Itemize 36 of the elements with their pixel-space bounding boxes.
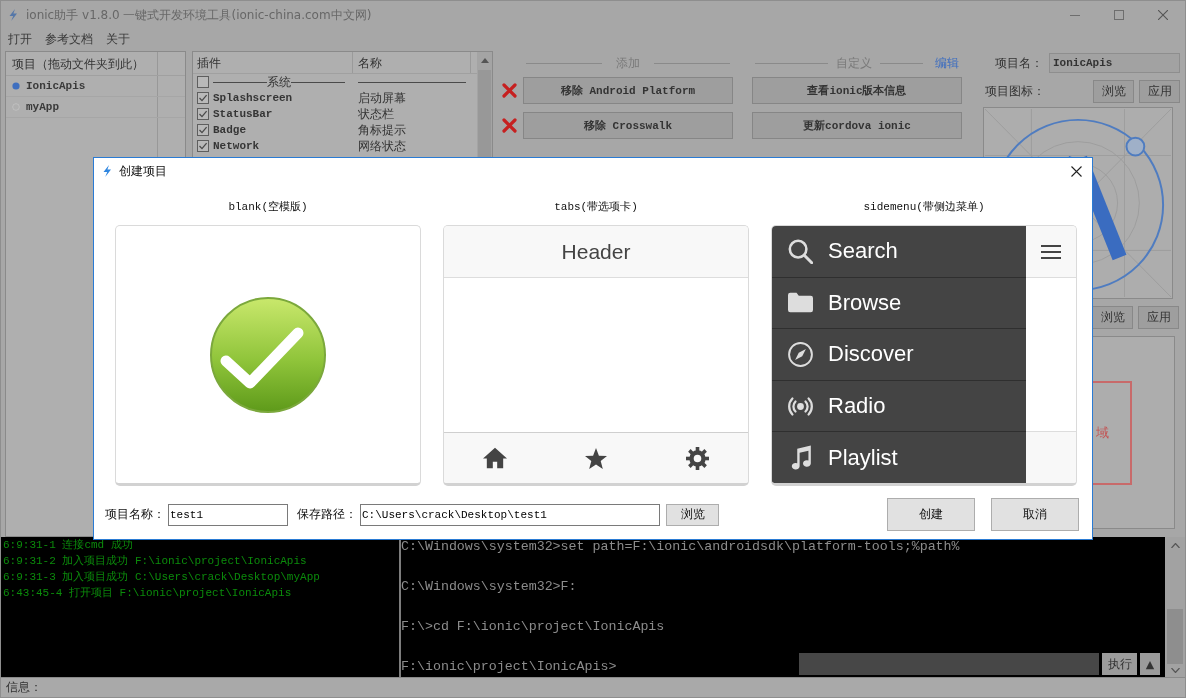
side-menu-label: Discover xyxy=(828,341,914,368)
log-line: 6:9:31-1 连接cmd 成功 xyxy=(3,538,133,553)
preview-header: Header xyxy=(444,226,748,278)
template-label: tabs(带选项卡) xyxy=(554,200,638,214)
template-label: sidemenu(带侧边菜单) xyxy=(863,200,985,214)
side-menu-label: Search xyxy=(828,238,898,265)
table-cell: 状态栏 xyxy=(358,105,394,123)
console-line: C:\Windows\system32>F: xyxy=(401,578,577,596)
template-label: blank(空模版) xyxy=(228,200,308,214)
status-label: 信息： xyxy=(6,679,42,696)
column-header: 项目（拖动文件夹到此） xyxy=(6,52,185,76)
dialog-title: 创建项目 xyxy=(119,162,168,180)
side-menu-label: Browse xyxy=(828,289,902,316)
log-line: 6:43:45-4 打开项目 F:\ionic\project\IonicApis xyxy=(3,586,292,601)
table-cell: 网络状态 xyxy=(358,137,406,155)
log-line: 6:9:31-3 加入项目成功 C:\Users\crack\Desktop\myApp xyxy=(3,570,320,585)
console-line: C:\Windows\system32>set path=F:\ionic\androidsdk\platform-tools;%path% xyxy=(401,538,960,556)
table-cell: 启动屏幕 xyxy=(358,89,406,107)
column-header: 名称 xyxy=(353,52,471,73)
table-cell: Network xyxy=(213,140,260,152)
table-cell: Badge xyxy=(213,124,246,136)
side-menu-label: Radio xyxy=(828,393,886,420)
log-line: 6:9:31-2 加入项目成功 F:\ionic\project\IonicApis xyxy=(3,554,307,569)
console-line: F:\>cd F:\ionic\project\IonicApis xyxy=(401,618,665,636)
field-label: 项目名称： xyxy=(105,506,165,523)
console-line: F:\ionic\project\IonicApis> xyxy=(401,658,617,676)
column-header: 插件 xyxy=(193,52,353,73)
field-label: 项目名： xyxy=(995,54,1043,72)
table-cell: Splashscreen xyxy=(213,92,293,104)
side-menu-label: Playlist xyxy=(828,444,898,471)
table-cell: 角标提示 xyxy=(358,121,406,139)
group-label: 系统 xyxy=(267,73,291,91)
field-label: 项目图标： xyxy=(985,83,1045,100)
area-label: 域 xyxy=(1096,423,1109,442)
field-label: 保存路径： xyxy=(297,506,357,523)
table-cell: StatusBar xyxy=(213,108,273,120)
